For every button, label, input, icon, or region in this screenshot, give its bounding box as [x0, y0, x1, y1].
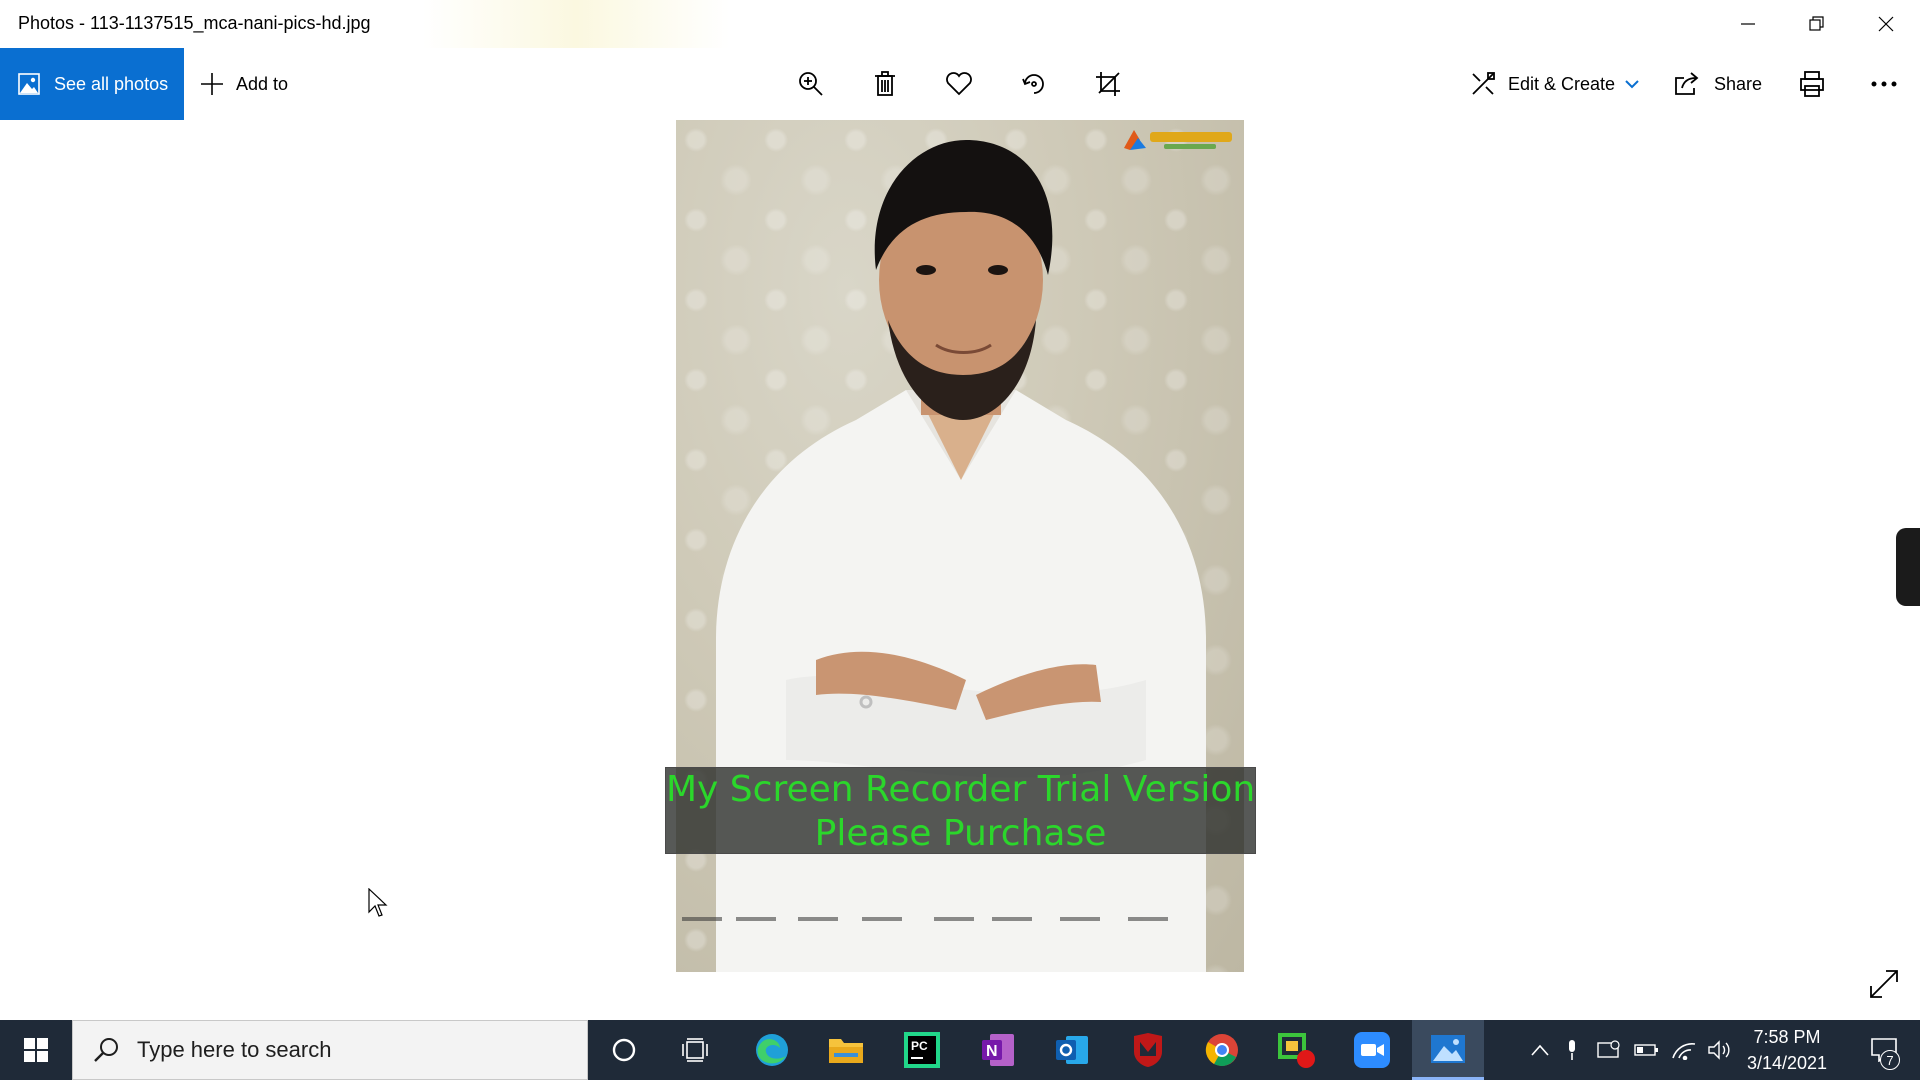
cortana-button[interactable]	[588, 1020, 660, 1080]
crop-button[interactable]	[1090, 66, 1126, 102]
taskbar: Type here to search PC N 7:58 PM 3/14/20…	[0, 1020, 1920, 1080]
start-button[interactable]	[0, 1020, 72, 1080]
close-icon	[1878, 16, 1894, 32]
pycharm-icon: PC	[904, 1032, 940, 1068]
edit-create-icon	[1472, 72, 1495, 95]
share-button[interactable]: Share	[1674, 48, 1762, 120]
more-options-button[interactable]	[1866, 66, 1902, 102]
task-view-button[interactable]	[660, 1020, 732, 1080]
minimize-icon	[1741, 23, 1755, 25]
more-icon	[1871, 81, 1897, 87]
zoom-icon	[799, 72, 823, 96]
share-label: Share	[1714, 73, 1763, 94]
outlook-icon	[1056, 1036, 1088, 1064]
taskbar-search-box[interactable]: Type here to search	[72, 1020, 588, 1080]
photos-icon	[1431, 1034, 1465, 1063]
mcafee-icon	[1134, 1033, 1162, 1067]
add-to-button[interactable]: Add to	[200, 48, 288, 120]
action-center-button[interactable]	[1848, 1020, 1920, 1080]
search-icon	[94, 1038, 118, 1062]
zoom-icon	[1354, 1032, 1390, 1068]
search-placeholder: Type here to search	[137, 1037, 332, 1062]
edit-create-label: Edit & Create	[1508, 73, 1616, 94]
svg-text:N: N	[986, 1043, 998, 1060]
rotate-button[interactable]	[1016, 66, 1052, 102]
mouse-cursor-icon	[368, 888, 388, 917]
task-view-icon	[682, 1038, 708, 1062]
delete-icon	[875, 71, 895, 96]
window-title: Photos - 113-1137515_mca-nani-pics-hd.jp…	[18, 13, 371, 33]
zoom-button[interactable]	[793, 66, 829, 102]
see-all-photos-label: See all photos	[54, 73, 169, 94]
restore-icon	[1809, 16, 1824, 31]
display-icon	[1597, 1040, 1620, 1058]
side-panel-handle[interactable]	[1896, 528, 1920, 606]
cortana-icon	[612, 1038, 636, 1062]
taskbar-clock[interactable]: 7:58 PM 3/14/2021	[1732, 1024, 1842, 1076]
crop-icon	[1096, 72, 1120, 96]
show-hidden-icons-icon	[1531, 1044, 1549, 1056]
outlook-button[interactable]	[1036, 1020, 1108, 1080]
windows-logo-icon	[24, 1038, 48, 1062]
chevron-down-icon	[1625, 80, 1639, 89]
battery-tray[interactable]	[1632, 1020, 1662, 1080]
wifi-icon	[1672, 1043, 1696, 1060]
title-bar: Photos - 113-1137515_mca-nani-pics-hd.jp…	[0, 0, 1920, 48]
full-screen-icon[interactable]	[1868, 968, 1900, 1000]
screen-recorder-button[interactable]	[1260, 1020, 1332, 1080]
close-button[interactable]	[1852, 0, 1920, 48]
svg-text:PC: PC	[911, 1039, 928, 1053]
volume-icon	[1708, 1040, 1730, 1060]
file-explorer-icon	[829, 1039, 863, 1063]
toolbar: See all photos Add to Edit & Create Shar…	[0, 48, 1920, 120]
microphone-icon	[1569, 1040, 1575, 1060]
edit-create-button[interactable]: Edit & Create	[1470, 48, 1639, 120]
overlay-line-2: Please Purchase	[814, 813, 1107, 854]
clock-date: 3/14/2021	[1746, 1053, 1828, 1073]
onenote-button[interactable]: N	[962, 1020, 1034, 1080]
plus-icon	[201, 73, 223, 95]
file-explorer-button[interactable]	[810, 1020, 882, 1080]
photos-app-window: Photos - 113-1137515_mca-nani-pics-hd.jp…	[0, 0, 1920, 1020]
show-hidden-icons-button[interactable]	[1524, 1020, 1556, 1080]
chrome-icon	[1205, 1034, 1238, 1066]
volume-tray[interactable]	[1704, 1020, 1734, 1080]
photo-gallery-icon	[18, 73, 40, 95]
trial-version-overlay: My Screen Recorder Trial Version Please …	[665, 767, 1256, 854]
zoom-app-button[interactable]	[1336, 1020, 1408, 1080]
notification-count-badge: 7	[1880, 1050, 1900, 1070]
screen-recorder-icon	[1278, 1033, 1315, 1068]
edge-icon	[756, 1034, 788, 1066]
print-icon	[1800, 71, 1824, 97]
share-icon	[1675, 72, 1699, 95]
overlay-line-1: My Screen Recorder Trial Version	[666, 769, 1256, 810]
delete-button[interactable]	[867, 66, 903, 102]
see-all-photos-button[interactable]: See all photos	[0, 48, 184, 120]
microphone-tray[interactable]	[1560, 1020, 1584, 1080]
favorite-icon	[946, 72, 972, 96]
restore-button[interactable]	[1782, 0, 1850, 48]
onenote-icon: N	[982, 1034, 1014, 1066]
display-tray[interactable]	[1594, 1020, 1624, 1080]
mcafee-button[interactable]	[1112, 1020, 1184, 1080]
battery-icon	[1634, 1044, 1658, 1056]
favorite-button[interactable]	[941, 66, 977, 102]
chrome-button[interactable]	[1186, 1020, 1258, 1080]
photos-button[interactable]	[1412, 1020, 1484, 1080]
pycharm-button[interactable]: PC	[886, 1020, 958, 1080]
add-to-label: Add to	[236, 73, 289, 94]
wifi-tray[interactable]	[1668, 1020, 1700, 1080]
edge-button[interactable]	[736, 1020, 808, 1080]
print-button[interactable]	[1794, 66, 1830, 102]
rotate-icon	[1022, 74, 1044, 94]
clock-time: 7:58 PM	[1753, 1027, 1821, 1047]
minimize-button[interactable]	[1714, 0, 1782, 48]
